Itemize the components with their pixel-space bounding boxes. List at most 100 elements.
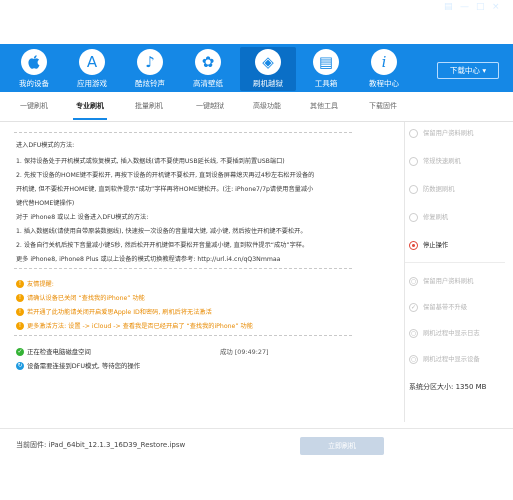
log-line: 进入DFU模式的方法:: [16, 142, 75, 149]
maximize-icon[interactable]: □: [476, 2, 485, 12]
tip-line: ! 更多激活方法: 设置 -> iCloud -> 查看我是否已经开启了 “查找我…: [16, 321, 253, 330]
option-quick-flash[interactable]: 常规快速刷机: [409, 156, 461, 166]
status-time: 成功 [09:49:27]: [220, 348, 269, 356]
tab-other-tools[interactable]: 其他工具: [310, 101, 338, 111]
nav-label: 应用游戏: [77, 79, 107, 88]
divider: [14, 268, 352, 269]
option-show-log[interactable]: ○ 刷机过程中显示日志: [409, 328, 480, 338]
warning-icon: !: [16, 308, 24, 316]
app-store-icon: A: [79, 49, 105, 75]
apple-icon: [21, 49, 47, 75]
flash-now-button[interactable]: 立即刷机: [300, 437, 384, 455]
nav-label: 酷炫铃声: [135, 79, 165, 88]
option-keep-user-data[interactable]: ○ 保留用户资料刷机: [409, 276, 473, 286]
current-firmware-label: 当前固件: iPad_64bit_12.1.3_16D39_Restore.ip…: [16, 441, 186, 449]
log-line: 开机键, 但不要松开HOME键, 直到软件提示“成功”字样再将HOME键松开。(…: [16, 186, 314, 193]
partition-size: 系统分区大小: 1350 MB: [409, 383, 487, 391]
main-nav: 我的设备 A 应用游戏 ♪ 酷炫铃声 ✿ 高清壁纸 ◈ 刷机越狱 ▤ 工具箱 i…: [0, 44, 513, 92]
divider: [14, 132, 352, 133]
tip-line: ! 友情提醒:: [16, 279, 54, 288]
bell-icon: ♪: [137, 49, 163, 75]
warning-icon: !: [16, 322, 24, 330]
option-label: 修复刷机: [423, 214, 449, 221]
nav-label: 工具箱: [314, 79, 338, 88]
nav-label: 高清壁纸: [193, 79, 223, 88]
tab-batch-flash[interactable]: 批量刷机: [135, 101, 163, 111]
option-label: 保留用户资料刷机: [423, 278, 474, 285]
nav-flash-jailbreak[interactable]: ◈ 刷机越狱: [240, 47, 296, 91]
radio-icon: [409, 184, 418, 194]
status-line: ✓ 正在检查电脑磁盘空间: [16, 347, 91, 356]
check-icon: ✓: [16, 348, 24, 356]
check-circle-icon: ✓: [409, 302, 418, 312]
nav-label: 教程中心: [369, 79, 399, 88]
option-label: 防数据刷机: [423, 186, 455, 193]
log-line: 更多 iPhone8, iPhone8 Plus 或以上设备的模式切换教程请参考…: [16, 256, 281, 263]
subtab-bar: 一键刷机 专业刷机 批量刷机 一键越狱 高级功能 其他工具 下载固件: [0, 92, 513, 122]
log-line: 键代替HOME键操作): [16, 200, 75, 207]
nav-wallpapers[interactable]: ✿ 高清壁纸: [180, 47, 236, 91]
option-label: 停止操作: [423, 242, 449, 249]
tip-text: 若开通了此功能请关闭开启爱思Apple ID和密码, 刷机后将无法激活: [27, 309, 212, 316]
option-label: 保留基带不升级: [423, 304, 468, 311]
warning-icon: !: [16, 294, 24, 302]
tip-text: 更多激活方法: 设置 -> iCloud -> 查看我是否已经开启了 “查找我的…: [27, 323, 253, 330]
status-text: 正在检查电脑磁盘空间: [27, 348, 91, 356]
option-keep-baseband[interactable]: ✓ 保留基带不升级: [409, 302, 467, 312]
option-label: 刷机过程中显示日志: [423, 330, 480, 337]
refresh-icon: ↻: [16, 362, 24, 370]
radio-icon: [409, 156, 418, 166]
option-label: 常规快速刷机: [423, 158, 461, 165]
check-circle-icon: ○: [409, 328, 418, 338]
download-center-label: 下载中心: [449, 66, 480, 75]
log-line: 2. 设备自行关机后按下音量减小键5秒, 然后松开开机键但不要松开音量减小键, …: [16, 242, 309, 249]
radio-selected-icon: [409, 240, 418, 250]
window-titlebar: ▤ — □ ×: [0, 0, 513, 44]
option-label: 保留用户资料刷机: [423, 130, 474, 137]
tab-download-firmware[interactable]: 下载固件: [369, 101, 397, 111]
log-line: 对于 iPhone8 或以上 设备进入DFU模式的方法:: [16, 214, 149, 221]
log-line: 1. 插入数据线(请使用自带原装数据线), 快速按一次设备的音量增大键, 减小键…: [16, 228, 307, 235]
footer-bar: 当前固件: iPad_64bit_12.1.3_16D39_Restore.ip…: [0, 428, 513, 500]
nav-apps-games[interactable]: A 应用游戏: [64, 47, 120, 91]
divider: [14, 335, 352, 336]
tip-line: ! 请确认设备已关闭 “查找我的iPhone” 功能: [16, 293, 145, 302]
tab-one-click-flash[interactable]: 一键刷机: [20, 101, 48, 111]
tip-text: 友情提醒:: [27, 281, 54, 288]
flower-icon: ✿: [195, 49, 221, 75]
nav-tutorials[interactable]: i 教程中心: [356, 47, 412, 91]
info-icon: i: [371, 49, 397, 75]
option-anti-recovery-flash[interactable]: 防数据刷机: [409, 184, 454, 194]
log-panel: 进入DFU模式的方法: 1. 保持设备处于开机模式或恢复模式, 插入数据线(请不…: [14, 122, 386, 460]
divider: [405, 262, 505, 263]
radio-icon: [409, 212, 418, 222]
option-keep-data[interactable]: 保留用户资料刷机: [409, 128, 473, 138]
nav-toolbox[interactable]: ▤ 工具箱: [298, 47, 354, 91]
options-sidebar: 保留用户资料刷机 常规快速刷机 防数据刷机 修复刷机 停止操作 ○ 保留用户资料刷…: [404, 122, 505, 422]
option-repair-flash[interactable]: 修复刷机: [409, 212, 448, 222]
radio-icon: [409, 128, 418, 138]
check-circle-icon: ○: [409, 354, 418, 364]
tab-one-click-jailbreak[interactable]: 一键越狱: [196, 101, 224, 111]
option-show-device[interactable]: ○ 刷机过程中显示设备: [409, 354, 480, 364]
log-line: 1. 保持设备处于开机模式或恢复模式, 插入数据线(请不要使用USB延长线, 不…: [16, 158, 285, 165]
menu-icon[interactable]: ▤: [444, 2, 453, 12]
toolbox-icon: ▤: [313, 49, 339, 75]
status-text: 设备需要连接到DFU模式, 等待您的操作: [27, 362, 141, 370]
box-icon: ◈: [255, 49, 281, 75]
tab-pro-flash[interactable]: 专业刷机: [73, 101, 107, 120]
download-center-button[interactable]: 下载中心 ▾: [437, 62, 499, 79]
option-stop[interactable]: 停止操作: [409, 240, 448, 250]
dropdown-arrow-icon: ▾: [482, 66, 487, 75]
warning-icon: !: [16, 280, 24, 288]
nav-label: 我的设备: [19, 79, 49, 88]
tab-advanced[interactable]: 高级功能: [253, 101, 281, 111]
option-label: 刷机过程中显示设备: [423, 356, 480, 363]
nav-my-device[interactable]: 我的设备: [6, 47, 62, 91]
nav-label: 刷机越狱: [253, 79, 283, 88]
check-circle-icon: ○: [409, 276, 418, 286]
close-icon[interactable]: ×: [492, 2, 500, 12]
minimize-icon[interactable]: —: [460, 2, 469, 12]
nav-ringtones[interactable]: ♪ 酷炫铃声: [122, 47, 178, 91]
tip-line: ! 若开通了此功能请关闭开启爱思Apple ID和密码, 刷机后将无法激活: [16, 307, 212, 316]
